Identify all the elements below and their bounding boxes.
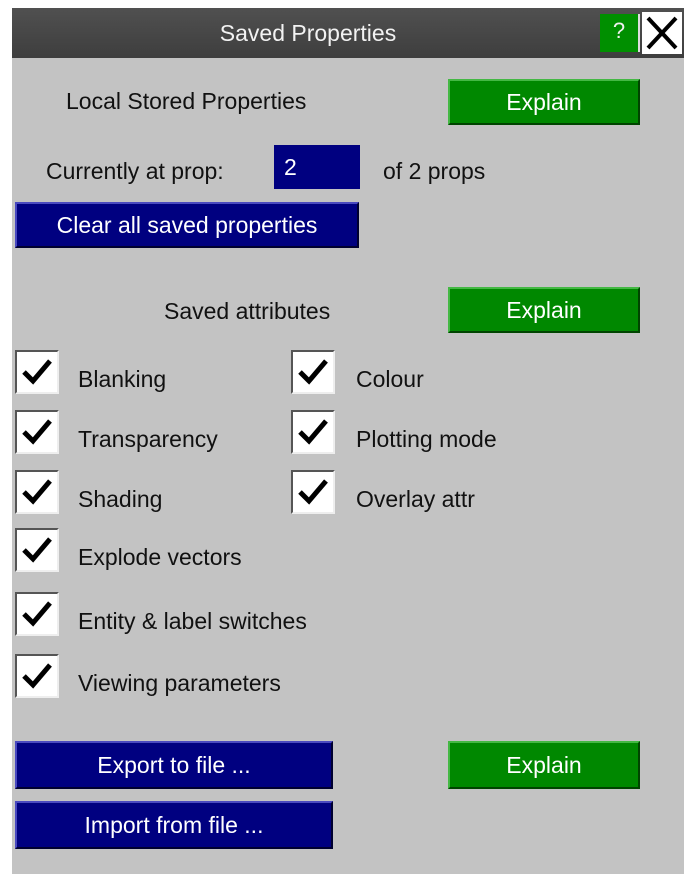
checkbox-blanking[interactable] (15, 350, 59, 394)
current-prop-label: Currently at prop: (46, 158, 224, 184)
saved-attributes-heading: Saved attributes (164, 298, 331, 324)
checkmark-icon (22, 419, 52, 445)
checkbox-plotting-mode[interactable] (291, 410, 335, 454)
checkbox-transparency[interactable] (15, 410, 59, 454)
title-bar[interactable]: Saved Properties ? (12, 8, 684, 58)
checkbox-label-overlay-attr: Overlay attr (356, 486, 475, 512)
checkmark-icon (22, 537, 52, 563)
checkmark-icon (298, 419, 328, 445)
checkbox-label-explode-vectors: Explode vectors (78, 544, 242, 570)
export-to-file-button[interactable]: Export to file ... (15, 741, 333, 789)
help-button[interactable]: ? (600, 14, 640, 52)
local-explain-button[interactable]: Explain (448, 79, 640, 125)
window-title: Saved Properties (219, 20, 397, 46)
local-properties-heading: Local Stored Properties (66, 88, 307, 114)
checkbox-label-viewing-parameters: Viewing parameters (78, 670, 281, 696)
checkbox-label-shading: Shading (78, 486, 163, 512)
checkbox-label-colour: Colour (356, 366, 424, 392)
clear-all-properties-button[interactable]: Clear all saved properties (15, 202, 359, 248)
checkbox-overlay-attr[interactable] (291, 470, 335, 514)
checkmark-icon (298, 359, 328, 385)
checkmark-icon (22, 359, 52, 385)
checkbox-label-entity-label-switches: Entity & label switches (78, 608, 307, 634)
checkmark-icon (22, 479, 52, 505)
checkmark-icon (298, 479, 328, 505)
checkbox-shading[interactable] (15, 470, 59, 514)
checkbox-label-blanking: Blanking (78, 366, 167, 392)
attributes-explain-button[interactable]: Explain (448, 287, 640, 333)
import-from-file-button[interactable]: Import from file ... (15, 801, 333, 849)
checkmark-icon (22, 663, 52, 689)
close-icon (646, 16, 678, 50)
checkbox-explode-vectors[interactable] (15, 528, 59, 572)
checkbox-viewing-parameters[interactable] (15, 654, 59, 698)
total-props-label: of 2 props (383, 158, 486, 184)
file-explain-button[interactable]: Explain (448, 741, 640, 789)
close-button[interactable] (642, 12, 682, 54)
checkbox-entity-label-switches[interactable] (15, 592, 59, 636)
checkbox-colour[interactable] (291, 350, 335, 394)
checkbox-label-transparency: Transparency (78, 426, 218, 452)
checkbox-label-plotting-mode: Plotting mode (356, 426, 497, 452)
current-prop-input[interactable]: 2 (274, 145, 360, 189)
checkmark-icon (22, 601, 52, 627)
saved-properties-window: Saved Properties ? Local Stored Properti… (12, 8, 684, 874)
